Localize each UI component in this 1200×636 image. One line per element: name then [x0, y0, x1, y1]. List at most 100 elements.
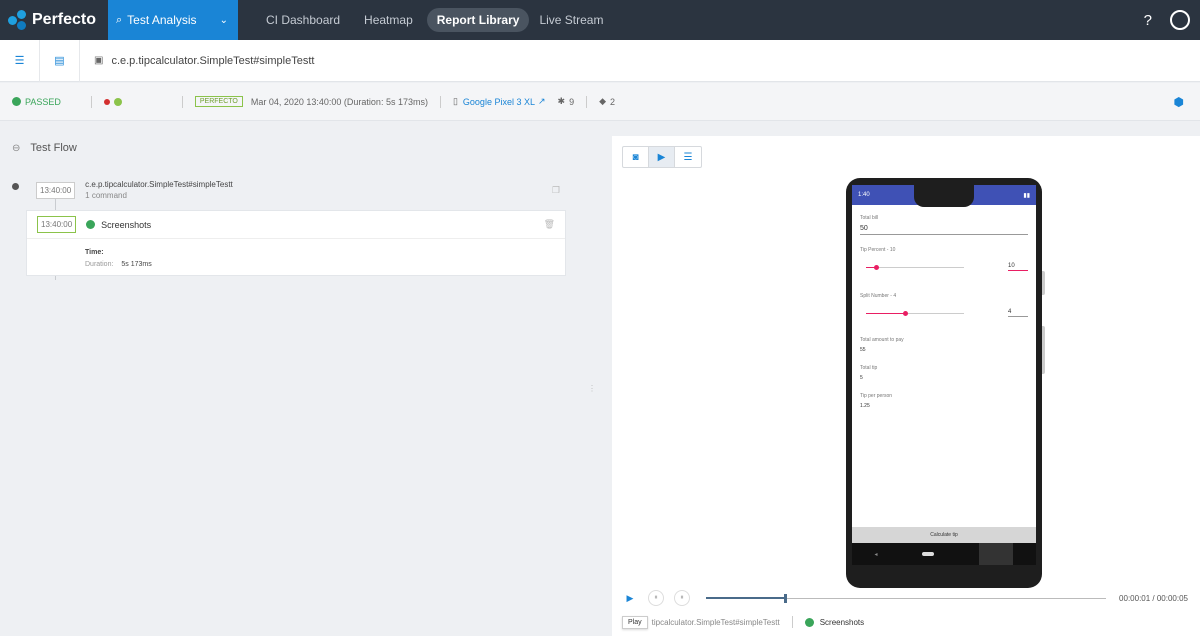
android-icon: ✱: [557, 96, 566, 106]
check-circle-icon: [804, 617, 814, 627]
list-view-icon[interactable]: ☰: [0, 39, 40, 82]
collapse-icon[interactable]: ⊖: [12, 143, 20, 154]
player-crumb-step[interactable]: Screenshots: [820, 618, 864, 627]
video-camera-icon: ▶: [657, 151, 666, 163]
divider: [439, 95, 441, 108]
perfecto-badge: PERFECTO: [194, 96, 243, 107]
video-view-button[interactable]: ▶: [649, 147, 675, 167]
tip-percent-input[interactable]: 10: [1008, 263, 1028, 271]
command-row[interactable]: 13:40:00 c.e.p.tipcalculator.SimpleTest#…: [12, 172, 566, 208]
breadcrumb: ☰ ▤ ▣ c.e.p.tipcalculator.SimpleTest#sim…: [0, 39, 1200, 82]
screenshot-view-button[interactable]: ◙: [623, 147, 649, 167]
nav-live-stream[interactable]: Live Stream: [529, 8, 613, 32]
device-name[interactable]: Google Pixel 3 XL: [463, 97, 535, 107]
stop-icon[interactable]: ⏸: [674, 590, 690, 606]
test-flow-title: Test Flow: [30, 142, 77, 154]
divider: [90, 95, 92, 108]
status-time: 1:40: [858, 192, 870, 198]
os-version: 9: [569, 96, 575, 107]
nav-report-library[interactable]: Report Library: [426, 8, 530, 32]
total-pay-label: Total amount to pay: [860, 337, 904, 343]
play-icon[interactable]: ▶: [622, 590, 638, 606]
slider-thumb[interactable]: [873, 264, 879, 270]
status-result: PASSED: [25, 96, 61, 107]
total-pay-value: 55: [860, 347, 866, 353]
nav-test-analysis-label: Test Analysis: [127, 13, 197, 27]
nav-heatmap[interactable]: Heatmap: [354, 8, 423, 32]
tip-percent-slider[interactable]: [866, 264, 964, 270]
player-breadcrumb: Play tipcalculator.SimpleTest#simpleTest…: [622, 614, 1200, 630]
video-scrubber-handle[interactable]: [784, 593, 787, 603]
video-progress-bar[interactable]: [706, 593, 1106, 603]
video-time: 00:00:01 / 00:00:05: [1119, 593, 1188, 603]
list-icon: ☰: [683, 151, 693, 163]
player-crumb-test[interactable]: tipcalculator.SimpleTest#simpleTestt: [652, 618, 780, 627]
play-tooltip: Play: [622, 615, 648, 629]
tag-icon: ◆: [599, 96, 606, 106]
command-time: 13:40:00: [36, 181, 76, 199]
search-analysis-icon: ⌕: [116, 13, 123, 26]
screenshots-step[interactable]: 13:40:00 Screenshots 🗑 Time: Duration: 5…: [26, 210, 566, 276]
test-flow-panel: ⊖ Test Flow 13:40:00 c.e.p.tipcalculator…: [0, 122, 590, 636]
clipboard-icon: ▣: [94, 55, 104, 66]
logo-text: Perfecto: [32, 11, 97, 28]
home-icon[interactable]: [922, 552, 935, 556]
step-time: 13:40:00: [37, 216, 77, 233]
timeline-dot-icon: [12, 183, 19, 190]
duration-value: 5s 173ms: [121, 261, 152, 268]
status-bar: PASSED PERFECTO Mar 04, 2020 13:40:00 (D…: [0, 83, 1200, 121]
log-view-button[interactable]: ☰: [675, 147, 701, 167]
time-label: Time:: [85, 249, 104, 256]
top-navigation: Perfecto ⌕ Test Analysis ⌄ CI Dashboard …: [0, 0, 1200, 40]
back-icon[interactable]: ◂: [874, 551, 877, 558]
breadcrumb-title: c.e.p.tipcalculator.SimpleTest#simpleTes…: [111, 54, 315, 67]
test-flow-header[interactable]: ⊖ Test Flow: [12, 142, 77, 154]
phone-notch: [914, 185, 974, 207]
media-panel: ◙ ▶ ☰ 1:40 ▮▮ Total bill 50 Tip Percent …: [612, 136, 1200, 636]
external-link-icon[interactable]: ↗: [538, 96, 546, 107]
divider: [791, 616, 793, 628]
tag-count[interactable]: 2: [610, 97, 615, 107]
report-icon[interactable]: ▤: [40, 39, 80, 82]
nav-ci-dashboard[interactable]: CI Dashboard: [256, 8, 350, 32]
failure-dot-icon: [103, 98, 110, 105]
user-avatar-icon[interactable]: [1170, 10, 1190, 30]
panel-splitter-handle[interactable]: ⋮: [588, 384, 596, 396]
copy-icon[interactable]: ❐: [552, 185, 560, 196]
split-number-label: Split Number - 4: [860, 293, 897, 299]
recents-icon[interactable]: [979, 543, 1014, 565]
media-toolbar: ◙ ▶ ☰: [622, 146, 702, 168]
camera-icon: ◙: [632, 151, 639, 163]
command-name: c.e.p.tipcalculator.SimpleTest#simpleTes…: [85, 180, 233, 189]
run-datetime: Mar 04, 2020 13:40:00 (Duration: 5s 173m…: [250, 96, 428, 107]
device-frame: 1:40 ▮▮ Total bill 50 Tip Percent - 10 1…: [846, 178, 1042, 588]
tip-percent-label: Tip Percent - 10: [860, 247, 896, 253]
help-button[interactable]: ?: [1144, 12, 1152, 29]
divider: [181, 95, 183, 108]
check-circle-icon: [86, 220, 96, 229]
bug-report-icon[interactable]: ⬢: [1174, 95, 1184, 109]
battery-icon: ▮▮: [1023, 192, 1030, 199]
duration-row: Duration: 5s 173ms: [85, 259, 565, 271]
device-screen[interactable]: 1:40 ▮▮ Total bill 50 Tip Percent - 10 1…: [852, 185, 1036, 565]
delete-icon[interactable]: 🗑: [544, 219, 555, 230]
nav-test-analysis[interactable]: ⌕ Test Analysis ⌄: [108, 0, 238, 40]
perfecto-logo-icon: [8, 10, 28, 30]
split-number-slider[interactable]: [866, 310, 964, 316]
slider-thumb[interactable]: [903, 310, 909, 316]
calculate-tip-button[interactable]: Calculate tip: [852, 527, 1036, 543]
android-nav-bar: ◂: [852, 543, 1036, 565]
chevron-down-icon[interactable]: ⌄: [220, 15, 228, 26]
duration-label: Duration:: [85, 261, 114, 268]
tip-per-person-label: Tip per person: [860, 393, 893, 399]
command-count: 1 command: [85, 191, 127, 200]
step-title: Screenshots: [101, 219, 152, 230]
total-bill-input[interactable]: 50: [860, 225, 1028, 235]
pause-icon[interactable]: ⏸: [648, 590, 664, 606]
video-player-controls: ▶ ⏸ ⏸ 00:00:01 / 00:00:05: [622, 588, 1200, 608]
divider: [586, 95, 588, 108]
success-dot-icon: [113, 97, 122, 106]
perfecto-logo[interactable]: Perfecto: [0, 0, 108, 40]
split-number-input[interactable]: 4: [1008, 309, 1028, 317]
status-passed: PASSED: [12, 97, 61, 107]
